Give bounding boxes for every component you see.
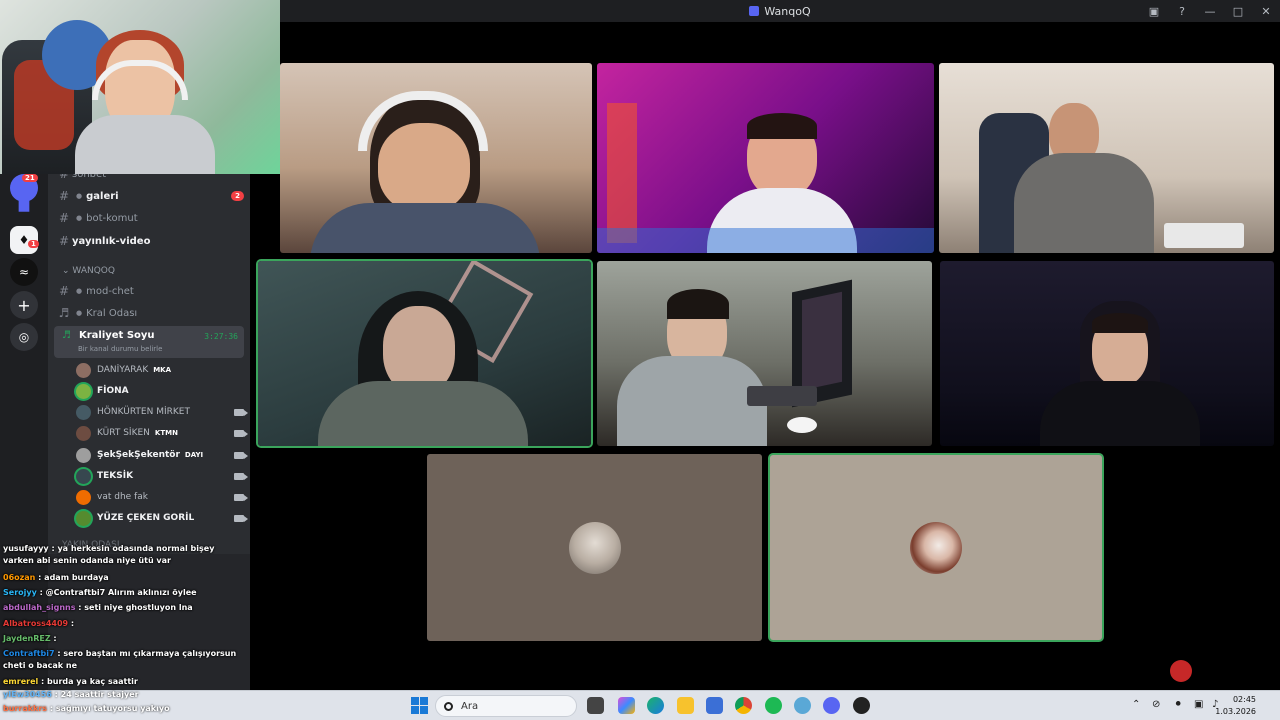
chat-message: Serojyy : @Contraftbi7 Alırım aklınızı ö…	[3, 588, 197, 597]
avatar	[76, 489, 91, 505]
video-tile[interactable]	[258, 261, 591, 446]
unread-badge: 2	[231, 191, 244, 201]
camera-icon	[234, 408, 248, 416]
member-row[interactable]: YÜZE ÇEKEN GORİL	[76, 508, 248, 528]
camera-icon	[234, 493, 248, 501]
speaker-icon: ♬	[62, 330, 71, 341]
server-icon-dark[interactable]: ≈	[10, 258, 38, 286]
hash-icon: #	[58, 211, 70, 225]
hash-icon: #	[58, 174, 70, 181]
member-row[interactable]: KÜRT SİKEN KTMN	[76, 423, 248, 443]
store-icon[interactable]	[706, 697, 723, 714]
chrome-icon[interactable]	[735, 697, 752, 714]
video-tile[interactable]	[280, 63, 592, 253]
chat-message: abdullah_signns : seti niye ghostluyon l…	[3, 603, 193, 612]
channel-mod-chet[interactable]: # ● mod-chet	[56, 281, 244, 301]
member-row[interactable]: FİONA	[76, 381, 244, 401]
avatar	[76, 362, 91, 378]
chat-message: emrerel : burda ya kaç saattir	[3, 677, 138, 686]
video-tile[interactable]	[940, 261, 1274, 446]
window-titlebar: WanqoQ ▣ ? — □ ✕	[280, 0, 1280, 22]
member-row[interactable]: vat dhe fak	[76, 487, 248, 507]
folder-icon[interactable]: ■	[10, 192, 38, 220]
app-logo-icon	[749, 6, 760, 16]
minimize-button[interactable]: —	[1196, 0, 1224, 22]
avatar	[76, 468, 91, 484]
start-button[interactable]	[411, 697, 428, 714]
channel-galeri[interactable]: # ● galeri 2	[56, 186, 244, 206]
chat-message: 06ozan : adam burdaya	[3, 573, 109, 582]
streamer-webcam	[0, 0, 280, 174]
category-header[interactable]: ⌄ WANQOQ	[62, 266, 115, 276]
home-badge: 21	[22, 174, 38, 182]
video-tile[interactable]	[939, 63, 1274, 253]
avatar	[76, 447, 91, 463]
microphone-icon[interactable]: ⚫	[1174, 699, 1182, 710]
voice-duration: 3:27:36	[204, 332, 238, 341]
hash-icon: #	[58, 234, 70, 248]
voice-tile-no-video[interactable]	[427, 454, 762, 641]
close-button[interactable]: ✕	[1252, 0, 1280, 22]
spotify-icon[interactable]	[765, 697, 782, 714]
member-row[interactable]: DANİYARAK MKA	[76, 360, 244, 380]
chevron-up-icon[interactable]: ⌃	[1132, 699, 1140, 710]
camera-icon	[234, 472, 248, 480]
server-badge: 1	[28, 240, 39, 248]
chat-message: Contraftbi7 : sero baştan mı çıkarmaya ç…	[3, 649, 237, 670]
stream-chat-overlay: yusufayyy : ya herkesin odasında normal …	[0, 540, 250, 690]
hash-icon: #	[58, 284, 70, 298]
edge-icon[interactable]	[647, 697, 664, 714]
search-icon	[444, 701, 453, 711]
channel-status[interactable]: Bir kanal durumu belirle	[78, 345, 162, 353]
voice-tile-no-video[interactable]	[770, 455, 1102, 640]
chat-message: Albatross4409 :	[3, 619, 75, 628]
camera-icon	[234, 451, 248, 459]
chat-message: yIEw30456 : 24 saattir stajyer	[3, 690, 139, 699]
file-explorer-icon[interactable]	[677, 697, 694, 714]
discord-icon[interactable]	[823, 697, 840, 714]
channel-kral-odasi[interactable]: ♬ ● Kral Odası	[56, 303, 244, 323]
member-row[interactable]: ŞekŞekŞekentör DAYI	[76, 445, 248, 465]
taskbar-clock[interactable]: 02:45 1.03.2026	[1215, 694, 1256, 718]
task-view-icon[interactable]	[587, 697, 604, 714]
avatar	[76, 510, 91, 526]
channel-yayinlik-video[interactable]: # yayınlık-video	[56, 231, 244, 251]
chat-message: burrakkrs : sağmıyı tatuyorsu yakıyo	[3, 704, 170, 713]
avatar	[76, 383, 91, 399]
avatar	[76, 425, 91, 441]
avatar	[76, 404, 91, 420]
logo-icon	[1170, 660, 1192, 682]
camera-icon	[234, 514, 248, 522]
video-tile[interactable]	[597, 261, 932, 446]
chevron-down-icon: ⌄	[62, 266, 70, 276]
maximize-button[interactable]: □	[1224, 0, 1252, 22]
add-server-icon[interactable]: +	[10, 291, 38, 319]
channel-sohbet[interactable]: # sohbet	[56, 174, 244, 184]
network-off-icon[interactable]: ⊘	[1152, 699, 1160, 710]
member-row[interactable]: TEKSİK	[76, 466, 248, 486]
channel-bot-komut[interactable]: # ● bot-komut	[56, 208, 244, 228]
obs-icon[interactable]	[853, 697, 870, 714]
chat-message: yusufayyy : ya herkesin odasında normal …	[3, 544, 215, 565]
window-title: WanqoQ	[764, 4, 811, 18]
video-tile[interactable]	[597, 63, 934, 253]
copilot-icon[interactable]	[618, 697, 635, 714]
camera-icon	[234, 429, 248, 437]
voice-channel-active[interactable]: ♬ Kraliyet Soyu 3:27:36 Bir kanal durumu…	[54, 326, 244, 358]
avatar	[568, 521, 621, 574]
display-icon[interactable]: ▣	[1194, 699, 1203, 710]
avatar	[910, 521, 962, 574]
speaker-icon: ♬	[58, 306, 70, 320]
help-icon[interactable]: ?	[1168, 0, 1196, 22]
taskbar-search[interactable]: Ara	[435, 695, 577, 717]
app-icon[interactable]	[794, 697, 811, 714]
inbox-icon[interactable]: ▣	[1140, 0, 1168, 22]
chat-message: JaydenREZ :	[3, 634, 57, 643]
hash-icon: #	[58, 189, 70, 203]
member-row[interactable]: HÖNKÜRTEN MİRKET	[76, 402, 248, 422]
discover-icon[interactable]: ◎	[10, 323, 38, 351]
